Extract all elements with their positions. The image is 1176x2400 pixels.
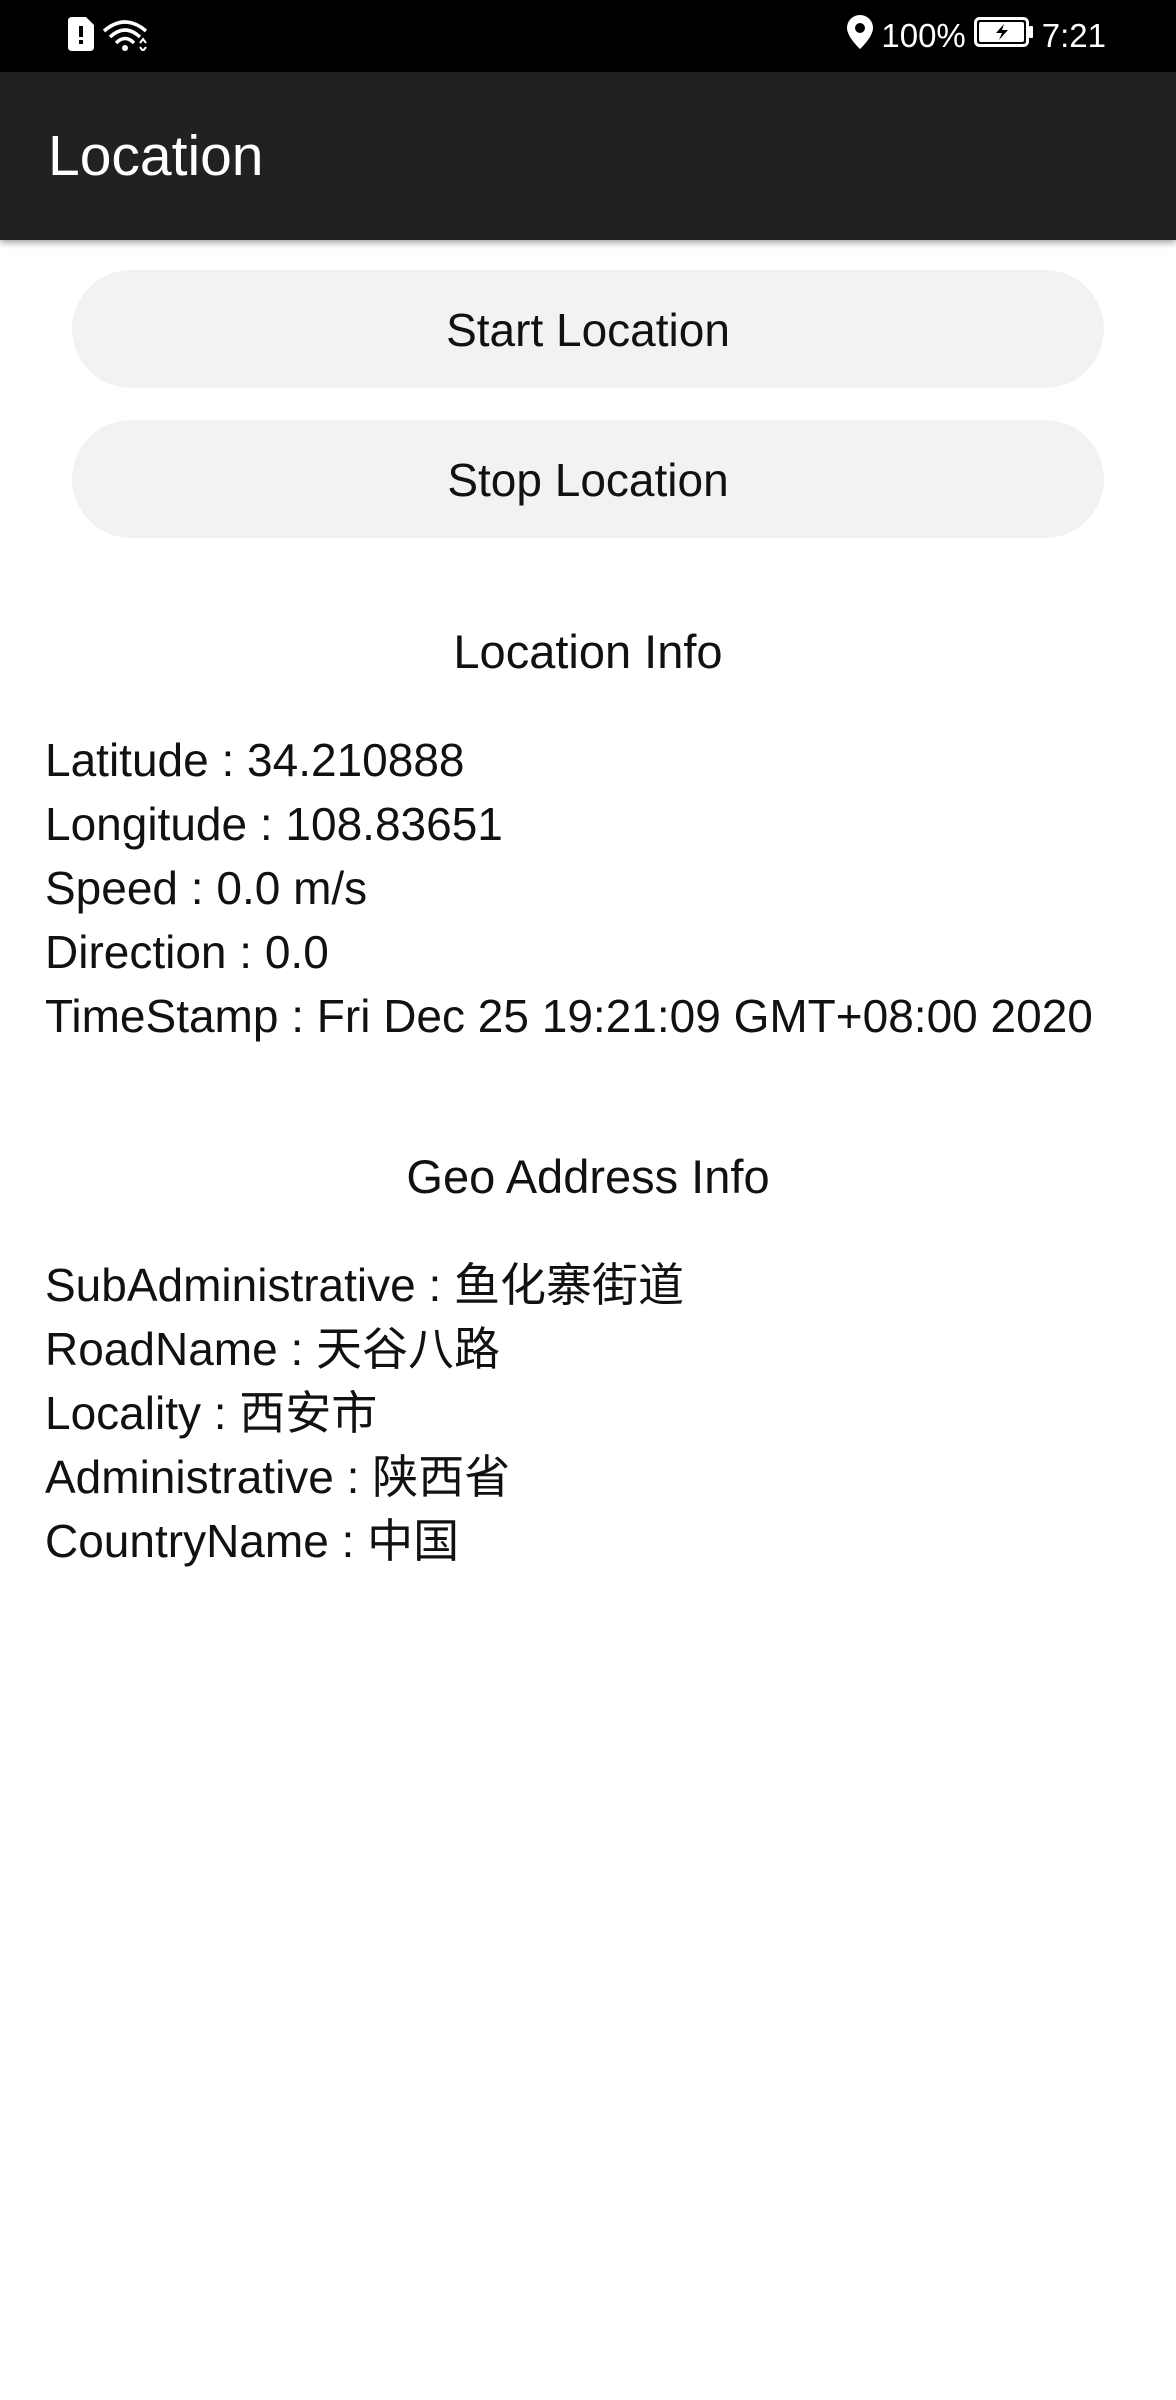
country-name-text: CountryName : 中国 xyxy=(45,1515,460,1567)
locality-text: Locality : 西安市 xyxy=(45,1387,378,1439)
start-location-button[interactable]: Start Location xyxy=(72,270,1104,388)
stop-location-button[interactable]: Stop Location xyxy=(72,420,1104,538)
geo-address-info-list: SubAdministrative : 鱼化寨街道 RoadName : 天谷八… xyxy=(45,1253,1155,1573)
battery-percent: 100% xyxy=(881,17,966,54)
sim-card-icon xyxy=(68,16,94,56)
sub-administrative-text: SubAdministrative : 鱼化寨街道 xyxy=(45,1259,685,1311)
status-right-icons: 100% 7:21 xyxy=(847,14,1106,58)
location-info-list: Latitude : 34.210888 Longitude : 108.836… xyxy=(45,728,1155,1048)
wifi-icon xyxy=(102,17,148,56)
page-title: Location xyxy=(48,124,264,188)
app-bar: Location xyxy=(0,72,1176,240)
longitude-text: Longitude : 108.83651 xyxy=(45,798,503,850)
geo-address-info-title: Geo Address Info xyxy=(406,1150,770,1203)
battery-charging-icon xyxy=(973,17,1034,55)
location-pin-icon xyxy=(847,15,874,57)
direction-text: Direction : 0.0 xyxy=(45,926,329,978)
clock: 7:21 xyxy=(1041,17,1106,54)
road-name-text: RoadName : 天谷八路 xyxy=(45,1323,501,1375)
status-left-icons xyxy=(68,16,148,56)
timestamp-text: TimeStamp : Fri Dec 25 19:21:09 GMT+08:0… xyxy=(45,990,1093,1042)
latitude-text: Latitude : 34.210888 xyxy=(45,734,465,786)
location-info-title: Location Info xyxy=(453,625,723,678)
speed-text: Speed : 0.0 m/s xyxy=(45,862,368,914)
administrative-text: Administrative : 陕西省 xyxy=(45,1451,511,1503)
status-bar: 100% 7:21 xyxy=(0,0,1176,72)
